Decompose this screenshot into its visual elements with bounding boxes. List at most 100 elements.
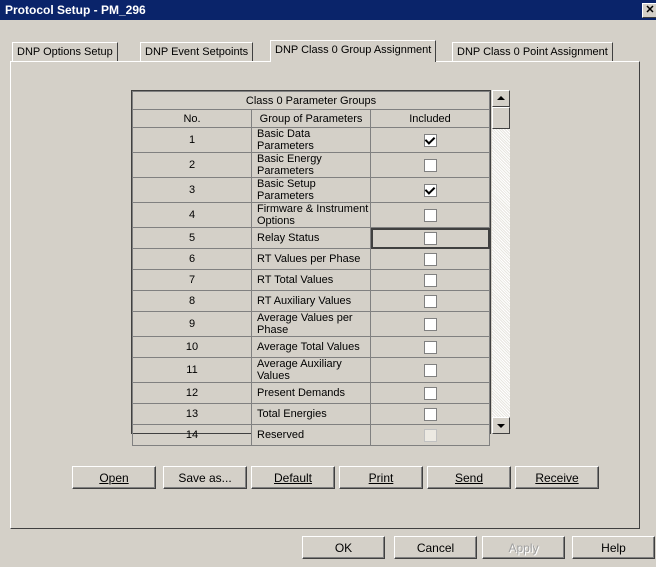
table-row[interactable]: 12 Present Demands [132, 382, 490, 404]
row-included-cell[interactable] [370, 290, 490, 312]
save-as-button[interactable]: Save as... [163, 466, 247, 489]
parameter-groups-grid: Class 0 Parameter Groups No. Group of Pa… [131, 90, 491, 446]
receive-button[interactable]: Receive [515, 466, 599, 489]
row-included-cell[interactable] [370, 227, 490, 249]
row-group-name: Total Energies [251, 403, 371, 425]
title-bar: Protocol Setup - PM_296 ✕ [0, 0, 656, 20]
row-included-cell[interactable] [370, 403, 490, 425]
window-title: Protocol Setup - PM_296 [5, 3, 146, 17]
table-row[interactable]: 9 Average Values per Phase [132, 311, 490, 337]
row-number: 8 [132, 290, 252, 312]
tab-dnp-class0-group-assignment[interactable]: DNP Class 0 Group Assignment [270, 40, 437, 62]
included-checkbox[interactable] [423, 208, 437, 222]
scroll-down-button[interactable] [492, 417, 510, 434]
included-checkbox[interactable] [423, 363, 437, 377]
included-checkbox[interactable] [423, 428, 437, 442]
row-number: 10 [132, 336, 252, 358]
row-included-cell[interactable] [370, 357, 490, 383]
row-included-cell[interactable] [370, 202, 490, 228]
tab-dnp-event-setpoints[interactable]: DNP Event Setpoints [140, 42, 254, 62]
tab-dnp-options-setup[interactable]: DNP Options Setup [12, 42, 118, 62]
table-row[interactable]: 10 Average Total Values [132, 336, 490, 358]
scroll-up-button[interactable] [492, 90, 510, 107]
row-group-name: Firmware & Instrument Options [251, 202, 371, 228]
included-checkbox[interactable] [423, 133, 437, 147]
row-included-cell[interactable] [370, 177, 490, 203]
send-button-label: Send [454, 471, 484, 485]
row-group-name: Present Demands [251, 382, 371, 404]
row-included-cell[interactable] [370, 424, 490, 446]
table-row[interactable]: 14 Reserved [132, 424, 490, 446]
row-number: 4 [132, 202, 252, 228]
included-checkbox[interactable] [423, 231, 437, 245]
cancel-button[interactable]: Cancel [394, 536, 477, 559]
included-checkbox[interactable] [423, 294, 437, 308]
included-checkbox[interactable] [423, 273, 437, 287]
column-header-group: Group of Parameters [251, 109, 371, 128]
row-included-cell[interactable] [370, 382, 490, 404]
close-icon[interactable]: ✕ [642, 3, 656, 18]
row-number: 9 [132, 311, 252, 337]
row-included-cell[interactable] [370, 311, 490, 337]
row-group-name: RT Values per Phase [251, 248, 371, 270]
send-button[interactable]: Send [427, 466, 511, 489]
row-included-cell[interactable] [370, 127, 490, 153]
table-row[interactable]: 11 Average Auxiliary Values [132, 357, 490, 383]
default-button[interactable]: Default [251, 466, 335, 489]
table-row[interactable]: 7 RT Total Values [132, 269, 490, 291]
row-number: 11 [132, 357, 252, 383]
included-checkbox[interactable] [423, 340, 437, 354]
table-row[interactable]: 2 Basic Energy Parameters [132, 152, 490, 178]
table-row[interactable]: 13 Total Energies [132, 403, 490, 425]
open-button[interactable]: Open [72, 466, 156, 489]
print-button[interactable]: Print [339, 466, 423, 489]
grid-caption: Class 0 Parameter Groups [132, 91, 490, 110]
scroll-thumb[interactable] [492, 107, 510, 129]
row-group-name: Average Total Values [251, 336, 371, 358]
row-number: 13 [132, 403, 252, 425]
included-checkbox[interactable] [423, 386, 437, 400]
table-row[interactable]: 6 RT Values per Phase [132, 248, 490, 270]
row-number: 1 [132, 127, 252, 153]
row-number: 5 [132, 227, 252, 249]
row-group-name: RT Auxiliary Values [251, 290, 371, 312]
row-included-cell[interactable] [370, 248, 490, 270]
row-number: 2 [132, 152, 252, 178]
row-number: 14 [132, 424, 252, 446]
included-checkbox[interactable] [423, 183, 437, 197]
row-included-cell[interactable] [370, 336, 490, 358]
included-checkbox[interactable] [423, 407, 437, 421]
row-group-name: Relay Status [251, 227, 371, 249]
ok-button[interactable]: OK [302, 536, 385, 559]
apply-button[interactable]: Apply [482, 536, 565, 559]
table-row[interactable]: 8 RT Auxiliary Values [132, 290, 490, 312]
arrow-down-icon [497, 424, 505, 428]
help-button[interactable]: Help [572, 536, 655, 559]
row-number: 6 [132, 248, 252, 270]
table-row[interactable]: 3 Basic Setup Parameters [132, 177, 490, 203]
row-group-name: Basic Energy Parameters [251, 152, 371, 178]
save-as-button-label: Save as... [178, 471, 232, 485]
row-group-name: Average Values per Phase [251, 311, 371, 337]
row-group-name: Basic Data Parameters [251, 127, 371, 153]
row-number: 7 [132, 269, 252, 291]
row-included-cell[interactable] [370, 269, 490, 291]
tab-dnp-class0-point-assignment[interactable]: DNP Class 0 Point Assignment [452, 42, 613, 62]
row-number: 3 [132, 177, 252, 203]
row-group-name: Average Auxiliary Values [251, 357, 371, 383]
included-checkbox[interactable] [423, 317, 437, 331]
row-included-cell[interactable] [370, 152, 490, 178]
table-row[interactable]: 1 Basic Data Parameters [132, 127, 490, 153]
arrow-up-icon [497, 96, 505, 100]
table-row[interactable]: 4 Firmware & Instrument Options [132, 202, 490, 228]
column-header-no: No. [132, 109, 252, 128]
print-button-label: Print [368, 471, 394, 485]
table-row[interactable]: 5 Relay Status [132, 227, 490, 249]
row-number: 12 [132, 382, 252, 404]
default-button-label: Default [273, 471, 313, 485]
included-checkbox[interactable] [423, 252, 437, 266]
grid-scrollbar[interactable] [492, 90, 510, 434]
protocol-setup-window: Protocol Setup - PM_296 ✕ DNP Options Se… [0, 0, 656, 567]
included-checkbox[interactable] [423, 158, 437, 172]
open-button-label: Open [99, 471, 129, 485]
